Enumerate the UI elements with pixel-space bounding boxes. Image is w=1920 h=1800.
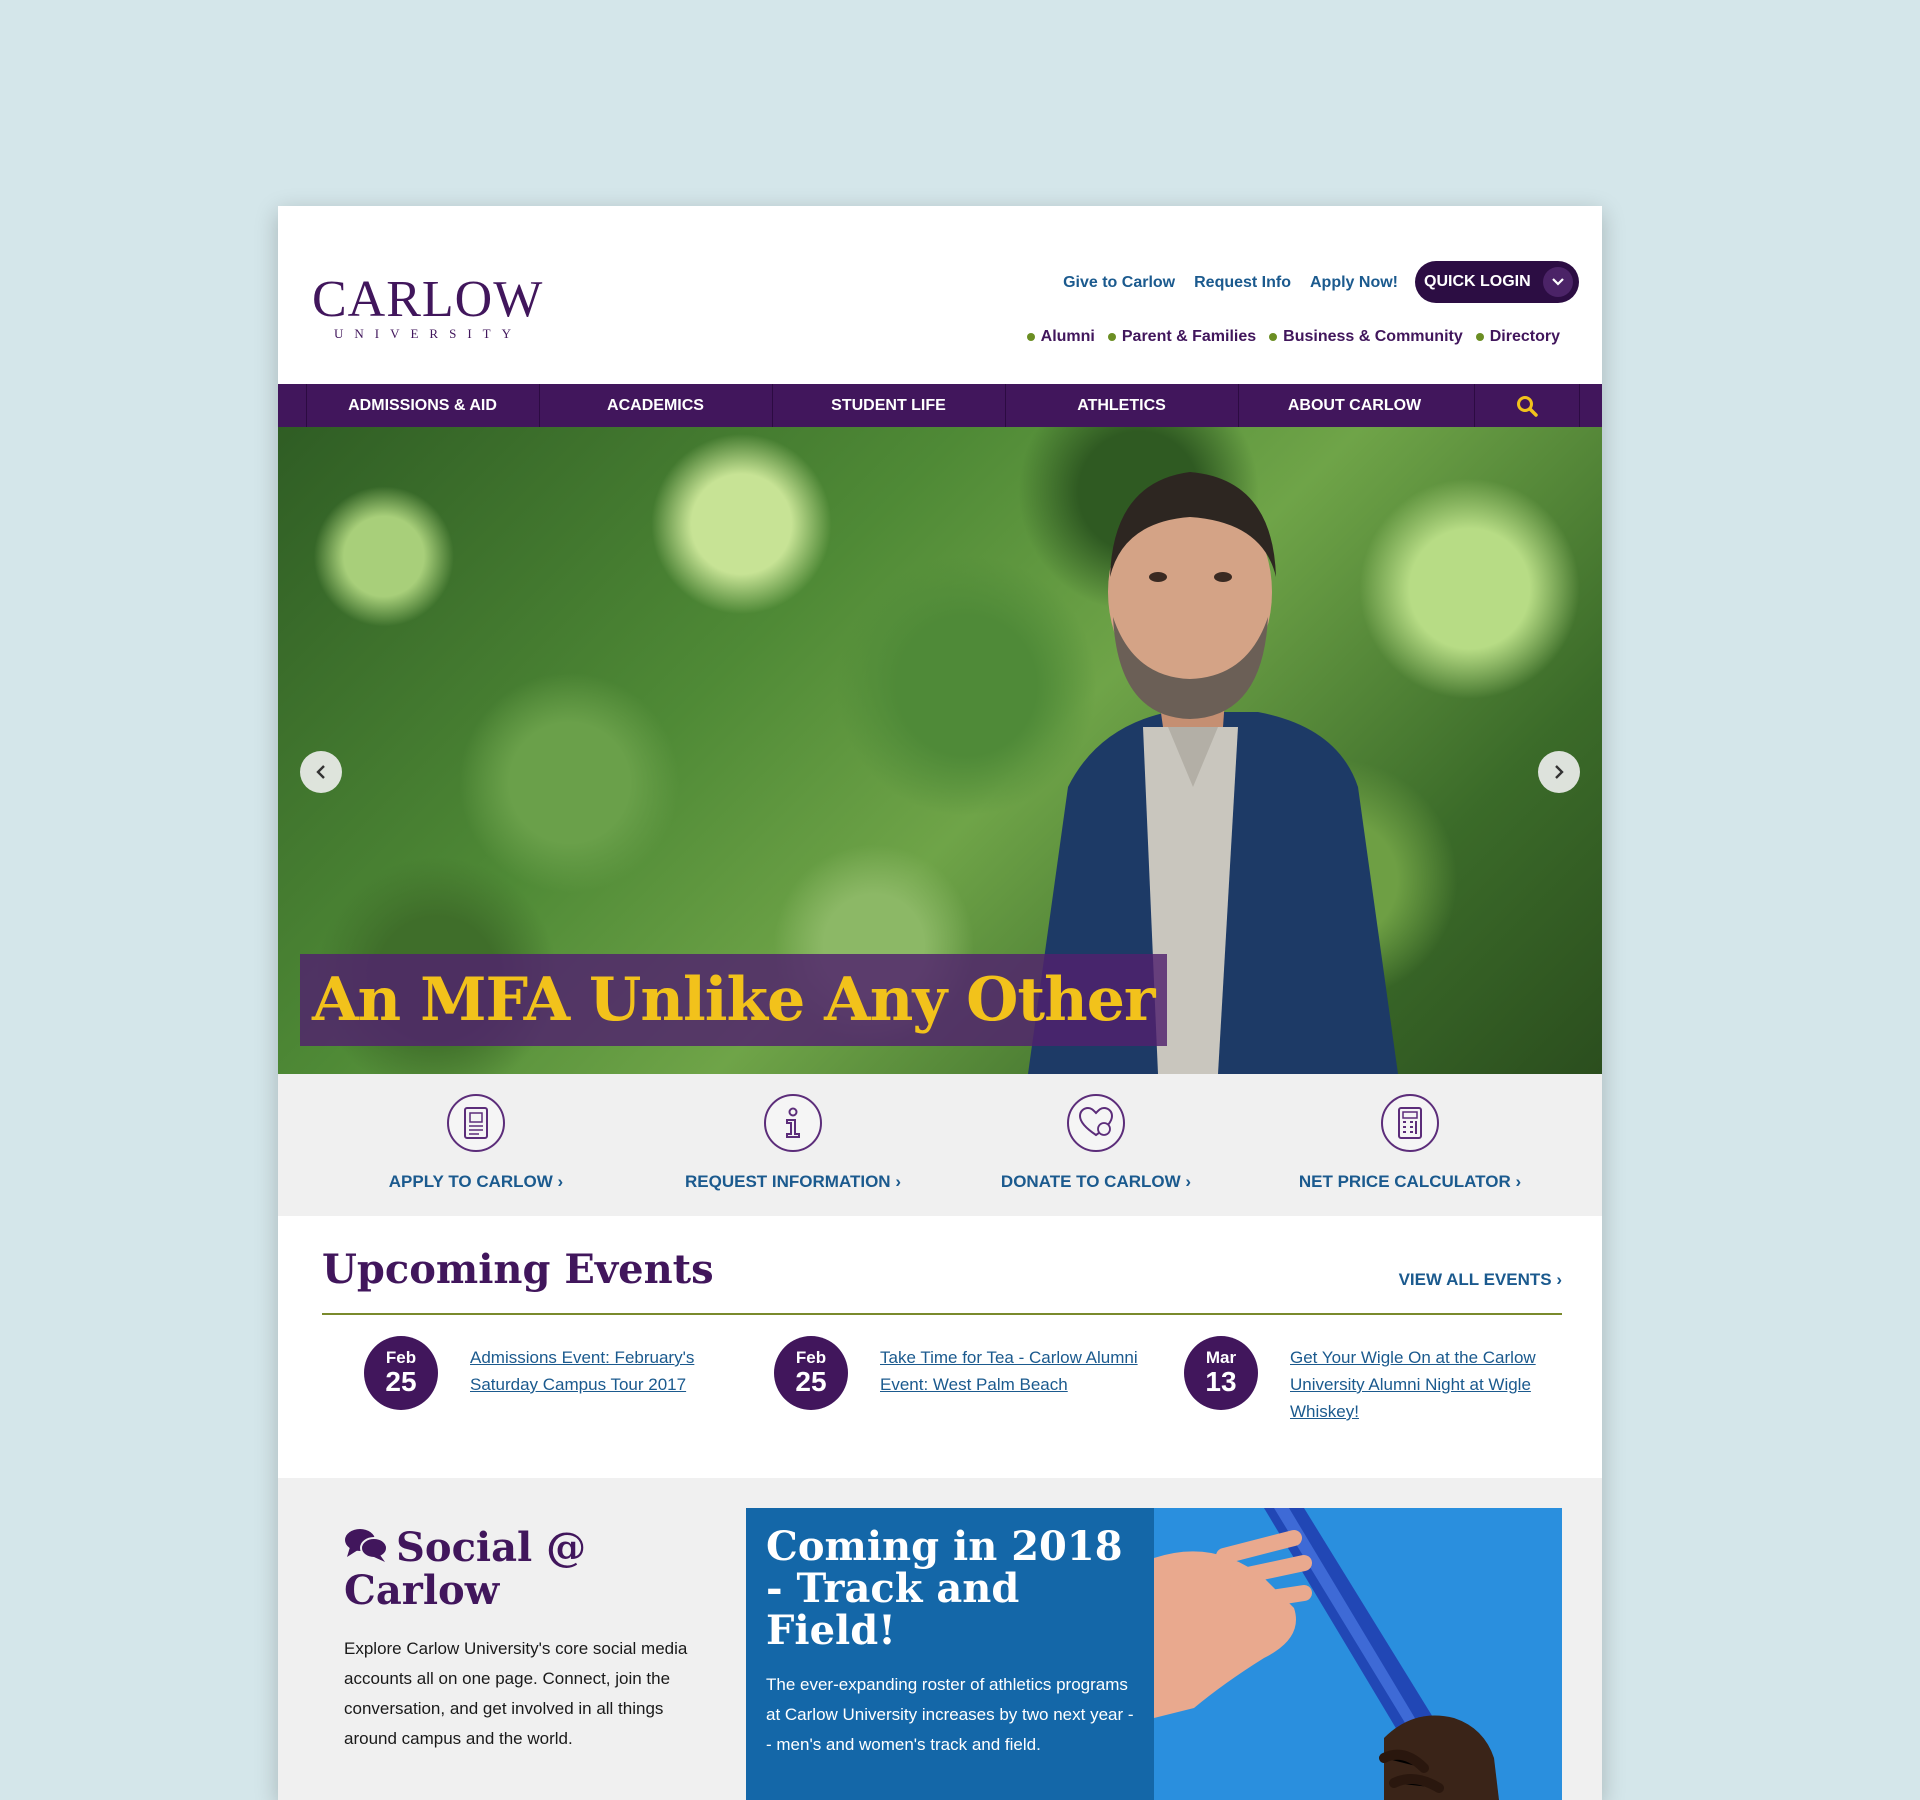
feature-story-card[interactable]: Coming in 2018 - Track and Field! The ev… <box>746 1508 1154 1800</box>
chat-bubbles-icon <box>345 1529 388 1562</box>
event-link[interactable]: Get Your Wigle On at the Carlow Universi… <box>1290 1344 1570 1425</box>
bottom-section: Social @ Carlow Explore Carlow Universit… <box>278 1478 1602 1800</box>
audience-link-business[interactable]: Business & Community <box>1269 328 1463 346</box>
hero-carousel: An MFA Unlike Any Other <box>278 427 1602 1074</box>
audience-link-parents[interactable]: Parent & Families <box>1107 328 1257 346</box>
utility-links: Give to Carlow Request Info Apply Now! <box>1063 274 1398 292</box>
action-label: DONATE TO CARLOW › <box>1000 1172 1192 1191</box>
bullet-icon <box>1107 333 1116 341</box>
feature-text: The ever-expanding roster of athletics p… <box>766 1675 1134 1754</box>
view-all-events-link[interactable]: VIEW ALL EVENTS › <box>1399 1270 1562 1290</box>
carousel-next-button[interactable] <box>1538 751 1580 793</box>
hero-caption-text: An MFA Unlike Any Other <box>312 965 1155 1035</box>
apply-to-carlow-action[interactable]: APPLY TO CARLOW › <box>386 1094 566 1192</box>
audience-link-label: Alumni <box>1040 328 1095 345</box>
chevron-down-icon <box>1543 267 1573 297</box>
event-date-badge: Feb 25 <box>364 1336 438 1410</box>
logo-wordmark: CARLOW <box>312 271 544 328</box>
request-info-link[interactable]: Request Info <box>1194 274 1291 292</box>
audience-link-alumni[interactable]: Alumni <box>1026 328 1095 346</box>
calculator-icon <box>1381 1094 1439 1152</box>
request-information-action[interactable]: REQUEST INFORMATION › <box>670 1094 916 1192</box>
audience-link-label: Parent & Families <box>1121 328 1257 345</box>
audience-link-label: Business & Community <box>1283 328 1463 345</box>
net-price-calculator-action[interactable]: NET PRICE CALCULATOR › <box>1290 1094 1530 1192</box>
bullet-icon <box>1269 333 1278 341</box>
quick-login-button[interactable]: QUICK LOGIN <box>1415 261 1579 303</box>
search-button[interactable] <box>1474 384 1580 427</box>
quick-login-label: QUICK LOGIN <box>1424 273 1531 290</box>
carousel-prev-button[interactable] <box>300 751 342 793</box>
nav-athletics[interactable]: ATHLETICS <box>1005 384 1237 427</box>
nav-admissions-aid[interactable]: ADMISSIONS & AID <box>306 384 538 427</box>
hero-caption[interactable]: An MFA Unlike Any Other <box>300 954 1167 1046</box>
audience-link-label: Directory <box>1489 328 1560 345</box>
event-month: Feb <box>795 1348 827 1367</box>
give-to-carlow-link[interactable]: Give to Carlow <box>1063 274 1175 292</box>
chevron-left-icon <box>316 765 325 779</box>
event-link[interactable]: Take Time for Tea - Carlow Alumni Event:… <box>880 1344 1160 1398</box>
event-month: Mar <box>1205 1348 1237 1367</box>
nav-academics[interactable]: ACADEMICS <box>539 384 771 427</box>
bullet-icon <box>1026 333 1035 341</box>
donate-to-carlow-action[interactable]: DONATE TO CARLOW › <box>996 1094 1196 1192</box>
events-divider <box>322 1313 1562 1315</box>
nav-about-carlow[interactable]: ABOUT CARLOW <box>1238 384 1470 427</box>
main-navigation: ADMISSIONS & AID ACADEMICS STUDENT LIFE … <box>278 384 1602 427</box>
carlow-logo[interactable]: CARLOW UNIVERSITY <box>312 271 544 342</box>
event-link[interactable]: Admissions Event: February's Saturday Ca… <box>470 1344 750 1398</box>
search-icon <box>1517 395 1538 417</box>
info-icon <box>764 1094 822 1152</box>
apply-now-link[interactable]: Apply Now! <box>1310 274 1398 292</box>
application-form-icon <box>447 1094 505 1152</box>
social-heading[interactable]: Social @ Carlow <box>344 1526 634 1612</box>
event-day: 13 <box>1205 1366 1237 1397</box>
event-month: Feb <box>385 1348 417 1367</box>
action-label: REQUEST INFORMATION › <box>685 1172 901 1191</box>
heart-donation-icon <box>1067 1094 1125 1152</box>
event-date-badge: Feb 25 <box>774 1336 848 1410</box>
feature-photo-relay-baton[interactable] <box>1154 1508 1562 1800</box>
feature-title: Coming in 2018 - Track and Field! <box>766 1523 1123 1654</box>
web-page: CARLOW UNIVERSITY Give to Carlow Request… <box>278 206 1602 1800</box>
upcoming-events-heading: Upcoming Events <box>322 1246 714 1293</box>
quick-actions-bar: APPLY TO CARLOW › REQUEST INFORMATION › … <box>278 1074 1602 1216</box>
chevron-right-icon <box>1555 765 1564 779</box>
event-date-badge: Mar 13 <box>1184 1336 1258 1410</box>
event-day: 25 <box>385 1366 417 1397</box>
social-description: Explore Carlow University's core social … <box>344 1639 688 1748</box>
event-day: 25 <box>795 1366 827 1397</box>
nav-student-life[interactable]: STUDENT LIFE <box>772 384 1004 427</box>
logo-subtitle: UNIVERSITY <box>334 326 522 341</box>
action-label: NET PRICE CALCULATOR › <box>1298 1172 1522 1191</box>
bullet-icon <box>1475 333 1484 341</box>
audience-link-directory[interactable]: Directory <box>1475 328 1560 346</box>
audience-links: Alumni Parent & Families Business & Comm… <box>1026 328 1560 346</box>
action-label: APPLY TO CARLOW › <box>388 1172 564 1191</box>
